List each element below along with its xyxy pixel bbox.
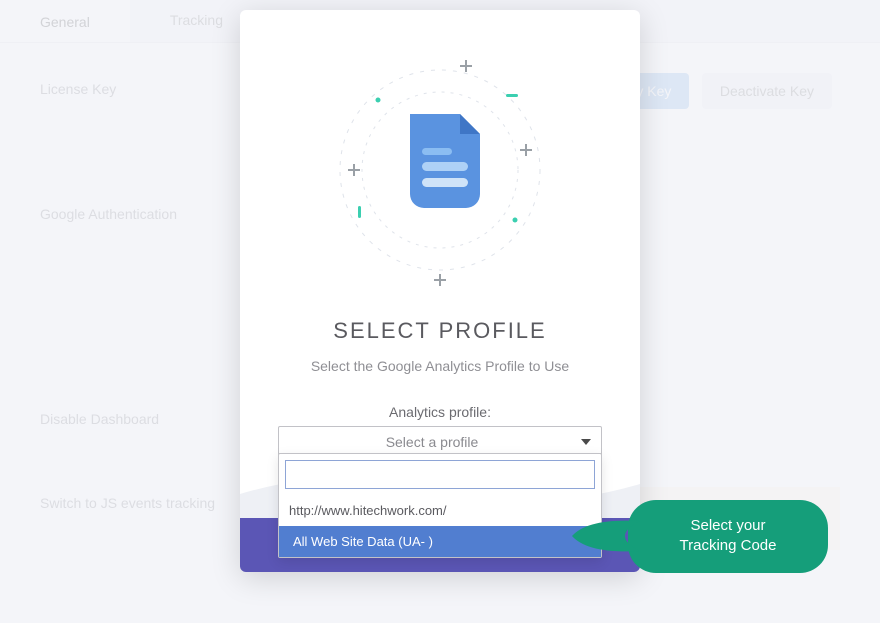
tooltip-line2: Tracking Code xyxy=(680,537,777,554)
modal-subtitle: Select the Google Analytics Profile to U… xyxy=(278,358,602,374)
profile-search-input[interactable] xyxy=(285,460,595,489)
modal-title: SELECT PROFILE xyxy=(278,318,602,344)
profile-dropdown-panel: http://www.hitechwork.com/ All Web Site … xyxy=(278,453,602,558)
select-placeholder: Select a profile xyxy=(386,434,479,450)
instruction-tooltip: Select your Tracking Code xyxy=(628,500,828,573)
chevron-down-icon xyxy=(581,439,591,445)
document-icon xyxy=(410,114,480,208)
profile-illustration xyxy=(310,40,570,300)
profile-option-allwebsitedata[interactable]: All Web Site Data (UA- ) xyxy=(279,526,601,557)
tooltip-line1: Select your xyxy=(690,517,765,534)
profile-group-label: http://www.hitechwork.com/ xyxy=(279,495,601,526)
analytics-profile-label: Analytics profile: xyxy=(278,404,602,420)
select-profile-modal: SELECT PROFILE Select the Google Analyti… xyxy=(240,10,640,572)
